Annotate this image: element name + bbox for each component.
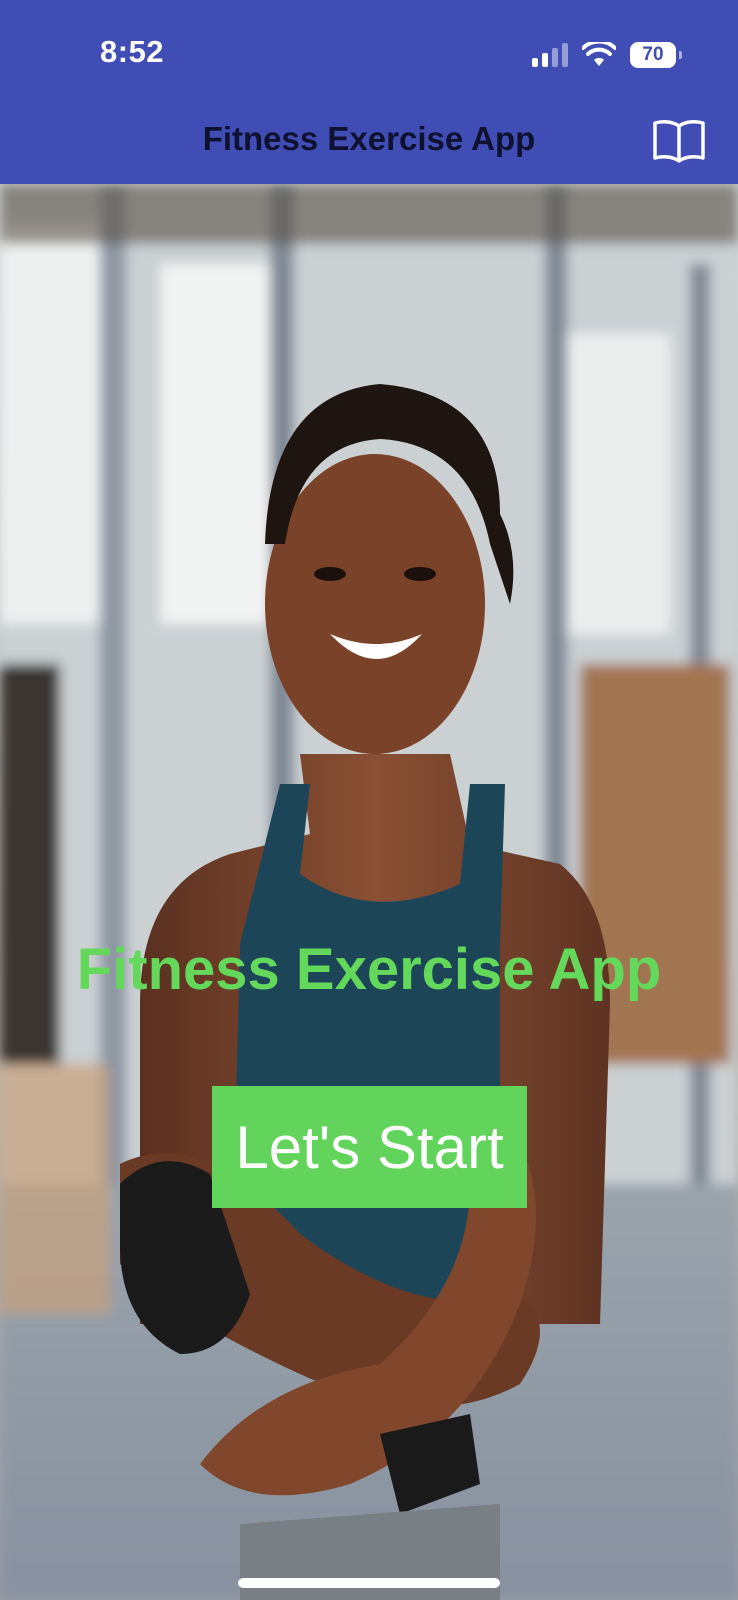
home-indicator[interactable] xyxy=(238,1578,500,1588)
status-icons: 70 xyxy=(532,40,682,70)
battery-percent: 70 xyxy=(642,44,664,65)
app-header: 8:52 70 Fitness Exercise App xyxy=(0,0,738,184)
hero-background-photo: Fitness Exercise App Let's Start xyxy=(0,184,738,1600)
header-title: Fitness Exercise App xyxy=(202,120,536,157)
photo-woman-gym xyxy=(0,184,738,1600)
battery-icon: 70 xyxy=(630,42,682,68)
book-icon[interactable] xyxy=(652,118,706,164)
status-time: 8:52 xyxy=(100,34,165,69)
signal-icon xyxy=(532,43,568,67)
lets-start-button[interactable]: Let's Start xyxy=(212,1086,527,1208)
wifi-icon xyxy=(582,42,616,66)
hero-title: Fitness Exercise App xyxy=(76,937,662,1002)
